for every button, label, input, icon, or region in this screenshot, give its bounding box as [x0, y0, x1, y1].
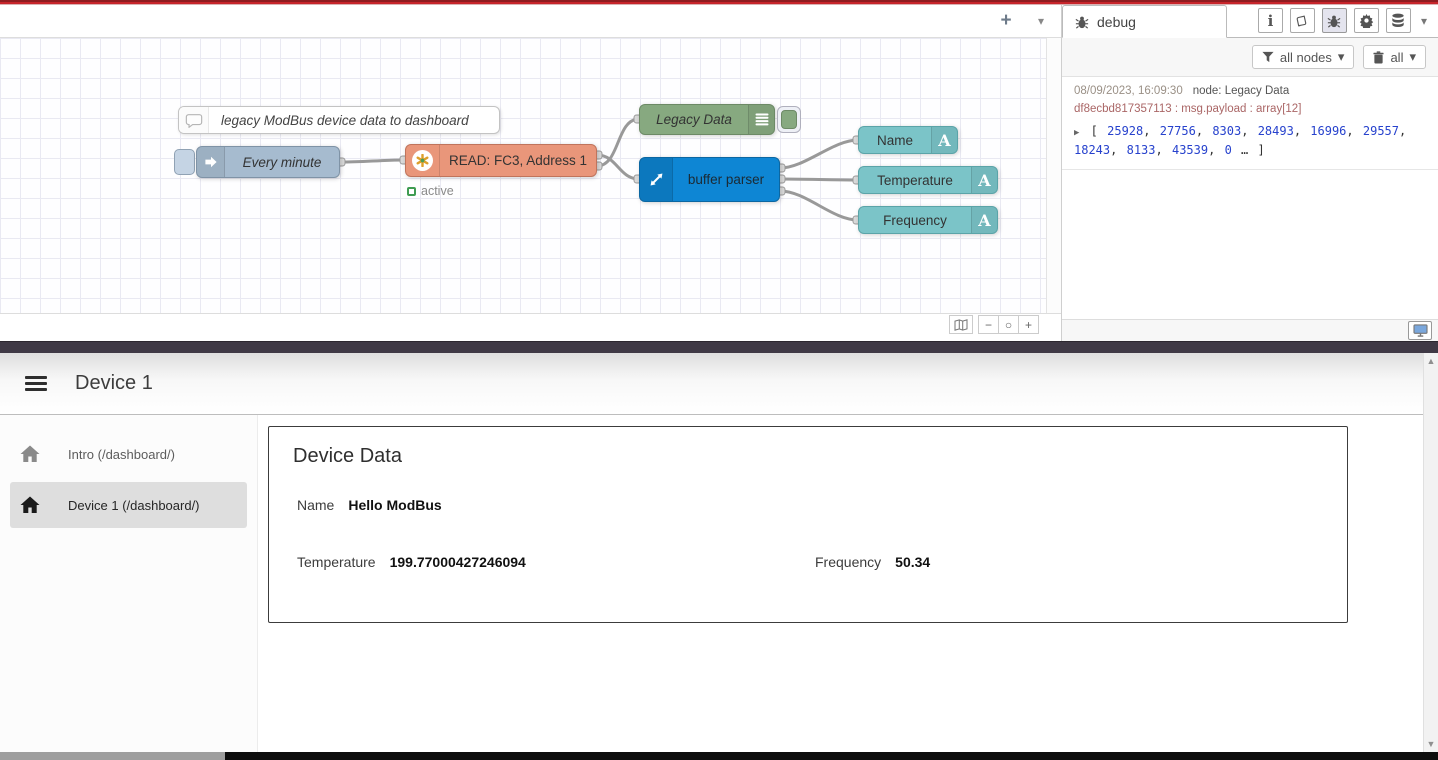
inject-node-label: Every minute [225, 147, 339, 177]
debug-timestamp: 08/09/2023, 16:09:30 [1074, 85, 1183, 97]
sidebar-menu-caret[interactable]: ▾ [1418, 14, 1430, 28]
comment-bubble-icon [179, 107, 209, 133]
debug-console-icon [748, 105, 774, 134]
text-a-icon: A [978, 171, 990, 190]
clear-messages-button[interactable]: all ▾ [1363, 45, 1426, 69]
name-label: Name [297, 497, 334, 513]
debug-node-label: Legacy Data [640, 105, 748, 134]
tab-info-button[interactable]: i [1258, 8, 1283, 33]
comment-node-label: legacy ModBus device data to dashboard [209, 107, 499, 133]
modbus-status: active [407, 184, 454, 198]
tab-config-button[interactable] [1354, 8, 1379, 33]
text-a-icon: A [978, 211, 990, 230]
flow-list-dropdown[interactable]: ▾ [1021, 14, 1061, 28]
tab-debug-label: debug [1097, 14, 1136, 30]
bottom-edge-strip [0, 752, 1438, 760]
debug-enable-toggle[interactable] [777, 106, 801, 133]
node-red-editor-window: + ▾ [0, 0, 1438, 341]
card-title: Device Data [293, 445, 402, 468]
buffer-parser-arrows-icon [640, 158, 673, 201]
add-flow-button[interactable]: + [991, 10, 1021, 32]
debug-source-node: node: Legacy Data [1193, 85, 1290, 97]
ui-text-node-frequency[interactable]: Frequency A [858, 206, 998, 234]
ui-text-node-temperature[interactable]: Temperature A [858, 166, 998, 194]
caret-down-icon: ▾ [1409, 49, 1416, 65]
sidebar-footer [1062, 319, 1438, 341]
zoom-in-button[interactable]: + [1018, 315, 1039, 334]
caret-down-icon: ▾ [1338, 49, 1345, 65]
scroll-down-icon[interactable]: ▼ [1427, 739, 1436, 749]
frequency-value: 50.34 [895, 554, 930, 570]
dashboard-window: Device 1 Intro (/dashboard/) Device 1 (/… [0, 353, 1438, 752]
expand-caret-icon[interactable]: ▶ [1074, 128, 1079, 138]
sidebar-item-intro[interactable]: Intro (/dashboard/) [10, 431, 247, 477]
dashboard-title: Device 1 [75, 372, 153, 395]
filter-nodes-button[interactable]: all nodes ▾ [1252, 45, 1355, 69]
navigator-map-button[interactable] [949, 315, 973, 334]
inject-trigger-button[interactable] [174, 149, 195, 175]
zoom-reset-button[interactable]: ○ [998, 315, 1019, 334]
tab-debug-button[interactable] [1322, 8, 1347, 33]
debug-filter-bar: all nodes ▾ all ▾ [1062, 38, 1438, 77]
inject-arrow-icon [197, 147, 225, 177]
gear-icon [1359, 13, 1374, 28]
bug-icon [1327, 14, 1341, 28]
debug-sidebar: debug i [1062, 5, 1438, 341]
status-text: active [421, 184, 454, 198]
tab-help-button[interactable] [1290, 8, 1315, 33]
tab-debug[interactable]: debug [1062, 5, 1227, 38]
ui-text-node-name[interactable]: Name A [858, 126, 958, 154]
dashboard-header: Device 1 [0, 353, 1438, 415]
sidebar-tab-bar: debug i [1062, 5, 1438, 38]
monitor-icon [1413, 324, 1428, 337]
frequency-label: Frequency [815, 554, 881, 570]
open-debug-window-button[interactable] [1408, 321, 1432, 340]
menu-toggle-button[interactable] [25, 373, 47, 395]
zoom-out-button[interactable]: − [978, 315, 999, 334]
text-a-icon: A [938, 131, 950, 150]
debug-payload: ▶ [ 25928, 27756, 8303, 28493, 16996, 29… [1074, 122, 1426, 159]
debug-node-legacy-data[interactable]: Legacy Data [639, 104, 775, 135]
debug-message: 08/09/2023, 16:09:30 node: Legacy Data df… [1062, 77, 1438, 170]
scroll-up-icon[interactable]: ▲ [1427, 356, 1436, 366]
status-square-icon [407, 187, 416, 196]
sidebar-item-label: Device 1 (/dashboard/) [68, 498, 200, 513]
canvas-scrollbar-gutter[interactable] [1046, 38, 1061, 313]
sidebar-item-device-1[interactable]: Device 1 (/dashboard/) [10, 482, 247, 528]
modbus-node-label: READ: FC3, Address 1 [440, 145, 596, 176]
inject-node[interactable]: Every minute [196, 146, 340, 178]
buffer-parser-label: buffer parser [673, 158, 779, 201]
database-icon [1391, 13, 1405, 28]
trash-icon [1373, 51, 1384, 64]
dashboard-sidebar: Intro (/dashboard/) Device 1 (/dashboard… [0, 415, 258, 752]
ui-text-label: Temperature [859, 167, 971, 193]
ui-text-label: Frequency [859, 207, 971, 233]
modbus-read-node[interactable]: READ: FC3, Address 1 [405, 144, 597, 177]
funnel-icon [1262, 51, 1274, 63]
book-icon [1295, 14, 1309, 28]
home-icon [20, 445, 40, 463]
sidebar-item-label: Intro (/dashboard/) [68, 447, 175, 462]
temperature-value: 199.77000427246094 [390, 554, 526, 570]
flow-tab-bar: + ▾ [0, 5, 1061, 38]
home-icon [20, 496, 40, 514]
ui-text-label: Name [859, 127, 931, 153]
name-value: Hello ModBus [348, 497, 441, 513]
temperature-label: Temperature [297, 554, 376, 570]
tab-context-button[interactable] [1386, 8, 1411, 33]
flow-canvas[interactable]: legacy ModBus device data to dashboard E… [0, 38, 1046, 313]
comment-node[interactable]: legacy ModBus device data to dashboard [178, 106, 500, 134]
workspace-footer: − ○ + [0, 313, 1061, 335]
device-data-card: Device Data Name Hello ModBus Temperatur… [268, 426, 1348, 623]
bug-icon [1075, 15, 1089, 29]
window-divider [0, 341, 1438, 353]
dashboard-main: Device Data Name Hello ModBus Temperatur… [258, 415, 1438, 752]
buffer-parser-node[interactable]: buffer parser [639, 157, 780, 202]
debug-msg-path: df8ecbd817357113 : msg.payload : array[1… [1074, 103, 1426, 115]
debug-message-list: 08/09/2023, 16:09:30 node: Legacy Data df… [1062, 77, 1438, 319]
modbus-gear-icon [412, 150, 433, 171]
dashboard-scrollbar[interactable]: ▲ ▼ [1423, 353, 1438, 752]
